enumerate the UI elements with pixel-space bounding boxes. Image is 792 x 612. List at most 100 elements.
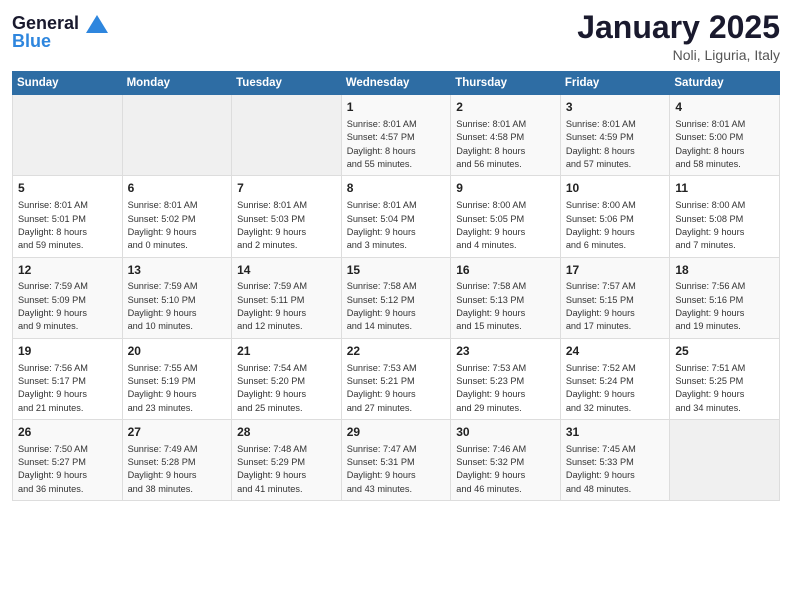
day-number: 23: [456, 343, 555, 360]
day-info: Sunrise: 7:59 AM Sunset: 5:09 PM Dayligh…: [18, 280, 117, 333]
calendar-table: SundayMondayTuesdayWednesdayThursdayFrid…: [12, 71, 780, 501]
day-info: Sunrise: 7:58 AM Sunset: 5:12 PM Dayligh…: [347, 280, 446, 333]
day-info: Sunrise: 8:00 AM Sunset: 5:05 PM Dayligh…: [456, 199, 555, 252]
day-info: Sunrise: 7:56 AM Sunset: 5:17 PM Dayligh…: [18, 362, 117, 415]
day-number: 25: [675, 343, 774, 360]
calendar-cell: 16Sunrise: 7:58 AM Sunset: 5:13 PM Dayli…: [451, 257, 561, 338]
calendar-cell: 7Sunrise: 8:01 AM Sunset: 5:03 PM Daylig…: [232, 176, 342, 257]
calendar-cell: 14Sunrise: 7:59 AM Sunset: 5:11 PM Dayli…: [232, 257, 342, 338]
day-number: 11: [675, 180, 774, 197]
day-number: 16: [456, 262, 555, 279]
logo-icon: [86, 15, 108, 33]
calendar-cell: 24Sunrise: 7:52 AM Sunset: 5:24 PM Dayli…: [560, 338, 670, 419]
day-info: Sunrise: 7:49 AM Sunset: 5:28 PM Dayligh…: [128, 443, 227, 496]
day-number: 19: [18, 343, 117, 360]
weekday-header: Sunday: [13, 72, 123, 95]
calendar-cell: [13, 95, 123, 176]
location: Noli, Liguria, Italy: [577, 47, 780, 63]
day-info: Sunrise: 8:01 AM Sunset: 5:01 PM Dayligh…: [18, 199, 117, 252]
weekday-header: Thursday: [451, 72, 561, 95]
day-info: Sunrise: 7:54 AM Sunset: 5:20 PM Dayligh…: [237, 362, 336, 415]
header: General Blue January 2025 Noli, Liguria,…: [12, 10, 780, 63]
day-info: Sunrise: 8:01 AM Sunset: 5:00 PM Dayligh…: [675, 118, 774, 171]
day-info: Sunrise: 8:00 AM Sunset: 5:06 PM Dayligh…: [566, 199, 665, 252]
weekday-header: Saturday: [670, 72, 780, 95]
day-info: Sunrise: 7:48 AM Sunset: 5:29 PM Dayligh…: [237, 443, 336, 496]
calendar-cell: 11 Sunrise: 8:00 AM Sunset: 5:08 PM Dayli…: [670, 176, 780, 257]
day-number: 12: [18, 262, 117, 279]
calendar-cell: 29Sunrise: 7:47 AM Sunset: 5:31 PM Dayli…: [341, 419, 451, 500]
day-info: Sunrise: 7:53 AM Sunset: 5:21 PM Dayligh…: [347, 362, 446, 415]
day-info: Sunrise: 7:57 AM Sunset: 5:15 PM Dayligh…: [566, 280, 665, 333]
calendar-cell: 8 Sunrise: 8:01 AM Sunset: 5:04 PM Daylig…: [341, 176, 451, 257]
calendar-cell: 20 Sunrise: 7:55 AM Sunset: 5:19 PM Dayli…: [122, 338, 232, 419]
weekday-header: Tuesday: [232, 72, 342, 95]
calendar-cell: 26Sunrise: 7:50 AM Sunset: 5:27 PM Dayli…: [13, 419, 123, 500]
calendar-cell: 13Sunrise: 7:59 AM Sunset: 5:10 PM Dayli…: [122, 257, 232, 338]
weekday-header: Monday: [122, 72, 232, 95]
day-info: Sunrise: 7:53 AM Sunset: 5:23 PM Dayligh…: [456, 362, 555, 415]
day-number: 6: [128, 180, 227, 197]
day-number: 9: [456, 180, 555, 197]
day-info: Sunrise: 7:47 AM Sunset: 5:31 PM Dayligh…: [347, 443, 446, 496]
day-number: 24: [566, 343, 665, 360]
title-block: January 2025 Noli, Liguria, Italy: [577, 10, 780, 63]
calendar-header: SundayMondayTuesdayWednesdayThursdayFrid…: [13, 72, 780, 95]
day-number: 2: [456, 99, 555, 116]
day-info: Sunrise: 8:01 AM Sunset: 5:04 PM Dayligh…: [347, 199, 446, 252]
calendar-cell: 19 Sunrise: 7:56 AM Sunset: 5:17 PM Dayli…: [13, 338, 123, 419]
calendar-cell: 22 Sunrise: 7:53 AM Sunset: 5:21 PM Dayli…: [341, 338, 451, 419]
day-number: 10: [566, 180, 665, 197]
weekday-row: SundayMondayTuesdayWednesdayThursdayFrid…: [13, 72, 780, 95]
day-info: Sunrise: 7:59 AM Sunset: 5:11 PM Dayligh…: [237, 280, 336, 333]
day-number: 31: [566, 424, 665, 441]
calendar-cell: 15Sunrise: 7:58 AM Sunset: 5:12 PM Dayli…: [341, 257, 451, 338]
day-number: 30: [456, 424, 555, 441]
day-number: 7: [237, 180, 336, 197]
calendar-week-row: 12Sunrise: 7:59 AM Sunset: 5:09 PM Dayli…: [13, 257, 780, 338]
weekday-header: Wednesday: [341, 72, 451, 95]
day-info: Sunrise: 8:01 AM Sunset: 5:02 PM Dayligh…: [128, 199, 227, 252]
day-number: 14: [237, 262, 336, 279]
calendar-cell: 3 Sunrise: 8:01 AM Sunset: 4:59 PM Daylig…: [560, 95, 670, 176]
calendar-cell: 30 Sunrise: 7:46 AM Sunset: 5:32 PM Dayli…: [451, 419, 561, 500]
day-info: Sunrise: 8:00 AM Sunset: 5:08 PM Dayligh…: [675, 199, 774, 252]
calendar-cell: 6 Sunrise: 8:01 AM Sunset: 5:02 PM Daylig…: [122, 176, 232, 257]
logo: General Blue: [12, 14, 108, 52]
calendar-body: 1Sunrise: 8:01 AM Sunset: 4:57 PM Daylig…: [13, 95, 780, 501]
calendar-cell: 9 Sunrise: 8:00 AM Sunset: 5:05 PM Daylig…: [451, 176, 561, 257]
day-number: 1: [347, 99, 446, 116]
day-number: 5: [18, 180, 117, 197]
calendar-cell: 1Sunrise: 8:01 AM Sunset: 4:57 PM Daylig…: [341, 95, 451, 176]
day-info: Sunrise: 8:01 AM Sunset: 4:58 PM Dayligh…: [456, 118, 555, 171]
calendar-cell: 25 Sunrise: 7:51 AM Sunset: 5:25 PM Dayli…: [670, 338, 780, 419]
day-info: Sunrise: 7:59 AM Sunset: 5:10 PM Dayligh…: [128, 280, 227, 333]
day-number: 18: [675, 262, 774, 279]
calendar-cell: 21 Sunrise: 7:54 AM Sunset: 5:20 PM Dayli…: [232, 338, 342, 419]
day-info: Sunrise: 7:55 AM Sunset: 5:19 PM Dayligh…: [128, 362, 227, 415]
day-number: 20: [128, 343, 227, 360]
calendar-week-row: 5 Sunrise: 8:01 AM Sunset: 5:01 PM Daylig…: [13, 176, 780, 257]
logo-text-block: General Blue: [12, 14, 108, 52]
calendar-container: General Blue January 2025 Noli, Liguria,…: [0, 0, 792, 509]
calendar-cell: 12Sunrise: 7:59 AM Sunset: 5:09 PM Dayli…: [13, 257, 123, 338]
calendar-cell: 28Sunrise: 7:48 AM Sunset: 5:29 PM Dayli…: [232, 419, 342, 500]
weekday-header: Friday: [560, 72, 670, 95]
calendar-cell: [122, 95, 232, 176]
calendar-cell: [670, 419, 780, 500]
day-number: 13: [128, 262, 227, 279]
day-info: Sunrise: 7:58 AM Sunset: 5:13 PM Dayligh…: [456, 280, 555, 333]
day-number: 8: [347, 180, 446, 197]
calendar-week-row: 19 Sunrise: 7:56 AM Sunset: 5:17 PM Dayli…: [13, 338, 780, 419]
day-info: Sunrise: 8:01 AM Sunset: 4:59 PM Dayligh…: [566, 118, 665, 171]
calendar-cell: 2 Sunrise: 8:01 AM Sunset: 4:58 PM Daylig…: [451, 95, 561, 176]
calendar-cell: [232, 95, 342, 176]
calendar-cell: 23 Sunrise: 7:53 AM Sunset: 5:23 PM Dayli…: [451, 338, 561, 419]
day-number: 22: [347, 343, 446, 360]
day-number: 3: [566, 99, 665, 116]
day-info: Sunrise: 7:51 AM Sunset: 5:25 PM Dayligh…: [675, 362, 774, 415]
day-info: Sunrise: 7:46 AM Sunset: 5:32 PM Dayligh…: [456, 443, 555, 496]
calendar-cell: 31Sunrise: 7:45 AM Sunset: 5:33 PM Dayli…: [560, 419, 670, 500]
day-number: 21: [237, 343, 336, 360]
calendar-week-row: 1Sunrise: 8:01 AM Sunset: 4:57 PM Daylig…: [13, 95, 780, 176]
